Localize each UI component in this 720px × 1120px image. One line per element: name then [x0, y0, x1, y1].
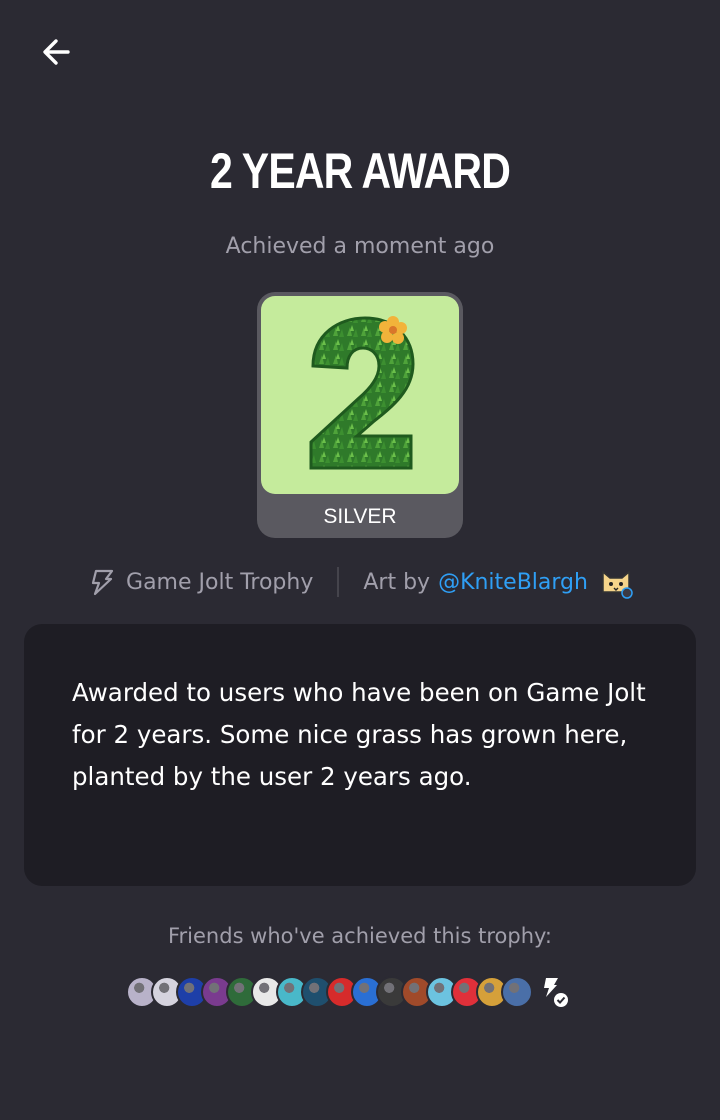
art-by-label: Art by: [363, 569, 431, 595]
trophy-tier-label: SILVER: [323, 505, 397, 528]
grass-number-2-image: [309, 316, 415, 470]
game-jolt-bolt-icon: [91, 569, 114, 596]
friends-avatar-list: [126, 972, 570, 1012]
trophy-source: Game Jolt Trophy: [86, 567, 313, 597]
trophy-description: Awarded to users who have been on Game J…: [72, 678, 646, 791]
game-jolt-verified-icon: [544, 978, 568, 1007]
trophy-detail-page: 2 YEAR AWARD Achieved a moment ago SILVE…: [0, 0, 720, 1120]
achieved-time: Achieved a moment ago: [225, 234, 495, 259]
arrow-left-icon: [43, 39, 70, 65]
trophy-thumbnail: [261, 296, 459, 494]
meta-divider: [337, 567, 340, 597]
friends-label: Friends who've achieved this trophy:: [167, 924, 553, 948]
trophy-artist: Art by @KniteBlargh: [363, 564, 634, 600]
back-button[interactable]: [32, 28, 80, 76]
trophy-card: SILVER: [257, 292, 463, 538]
page-title: 2 YEAR AWARD: [209, 143, 511, 199]
trophy-meta-row: Game Jolt Trophy Art by @KniteBlargh: [0, 560, 720, 604]
trophy-source-label: Game Jolt Trophy: [126, 569, 314, 595]
artist-link[interactable]: @KniteBlargh: [438, 570, 588, 595]
description-card: Awarded to users who have been on Game J…: [24, 624, 696, 886]
friend-avatar[interactable]: [501, 976, 533, 1008]
cat-avatar-icon[interactable]: [598, 564, 634, 600]
